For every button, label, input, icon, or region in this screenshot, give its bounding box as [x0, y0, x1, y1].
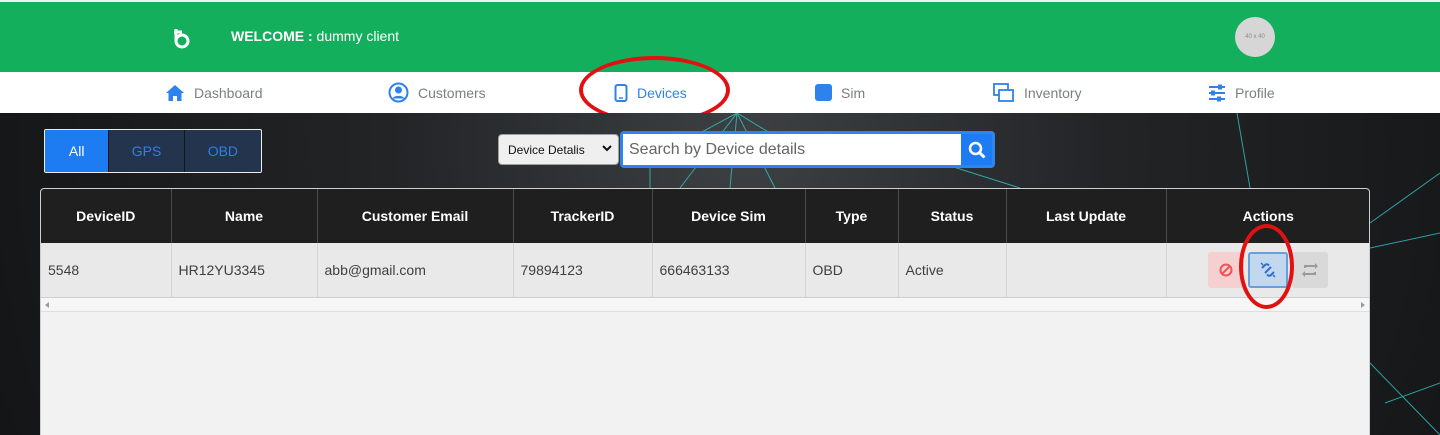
search-field-select[interactable]: Device Detalis — [498, 134, 619, 165]
top-header: WELCOME : dummy client 40 x 40 — [0, 0, 1440, 72]
search-bar — [620, 131, 995, 168]
nav-item-inventory[interactable]: Inventory — [993, 72, 1082, 113]
nav-label-dashboard: Dashboard — [194, 84, 263, 101]
cell-name: HR12YU3345 — [171, 243, 318, 298]
column-header[interactable]: Actions — [1166, 189, 1369, 243]
cell-customer-email: abb@gmail.com — [317, 243, 514, 298]
app-logo-icon[interactable] — [170, 26, 194, 50]
nav-label-customers: Customers — [418, 84, 486, 101]
user-circle-icon — [388, 82, 409, 103]
table-row[interactable]: 5548 HR12YU3345 abb@gmail.com 79894123 6… — [41, 243, 1370, 298]
scroll-left-icon[interactable] — [45, 302, 49, 308]
filter-tab-all[interactable]: All — [45, 130, 110, 172]
column-header[interactable]: TrackerID — [513, 189, 653, 243]
nav-item-sim[interactable]: Sim — [815, 72, 865, 113]
column-header[interactable]: Device Sim — [652, 189, 806, 243]
welcome-label: WELCOME : — [231, 28, 313, 44]
column-header[interactable]: Status — [898, 189, 1007, 243]
swap-icon — [1302, 263, 1319, 277]
column-header[interactable]: Customer Email — [317, 189, 514, 243]
column-header[interactable]: DeviceID — [41, 189, 172, 243]
home-icon — [166, 84, 184, 101]
filter-tab-obd[interactable]: OBD — [185, 130, 261, 172]
avatar[interactable]: 40 x 40 — [1235, 17, 1275, 57]
tablet-icon — [614, 83, 628, 102]
nav-label-sim: Sim — [841, 84, 866, 101]
header-border — [0, 0, 1440, 2]
unlink-icon — [1260, 262, 1276, 278]
nav-item-profile[interactable]: Profile — [1208, 72, 1275, 113]
cell-last-update — [1006, 243, 1167, 298]
swap-device-button[interactable] — [1292, 252, 1329, 288]
sliders-icon — [1209, 84, 1225, 101]
nav-label-devices: Devices — [637, 84, 687, 101]
nav-item-customers[interactable]: Customers — [388, 72, 486, 113]
cell-device-id: 5548 — [41, 243, 172, 298]
devices-table: DeviceID Name Customer Email TrackerID D… — [41, 189, 1370, 298]
nav-label-inventory: Inventory — [1024, 84, 1082, 101]
inventory-icon — [993, 82, 1014, 102]
main-nav: Dashboard Customers Devices Sim Inventor… — [0, 72, 1440, 113]
horizontal-scrollbar[interactable] — [41, 298, 1369, 312]
nav-item-dashboard[interactable]: Dashboard — [165, 72, 263, 113]
cell-tracker-id: 79894123 — [513, 243, 653, 298]
ban-icon — [1219, 263, 1233, 277]
cell-type: OBD — [805, 243, 899, 298]
disable-device-button[interactable] — [1208, 252, 1245, 288]
column-header[interactable]: Last Update — [1006, 189, 1167, 243]
device-type-filter: All GPS OBD — [44, 129, 262, 173]
cell-status: Active — [898, 243, 1007, 298]
welcome-user: dummy client — [316, 28, 400, 44]
scroll-right-icon[interactable] — [1361, 302, 1365, 308]
search-input[interactable] — [623, 134, 961, 165]
search-icon — [968, 141, 986, 159]
table-header-row: DeviceID Name Customer Email TrackerID D… — [41, 189, 1369, 243]
welcome-text: WELCOME : dummy client — [231, 28, 399, 44]
sim-icon — [815, 84, 832, 101]
devices-table-container: DeviceID Name Customer Email TrackerID D… — [40, 188, 1370, 435]
chevron-down-icon — [602, 145, 612, 152]
column-header[interactable]: Type — [805, 189, 899, 243]
cell-actions — [1166, 243, 1370, 298]
nav-item-devices[interactable]: Devices — [614, 72, 687, 113]
unlink-device-button[interactable] — [1248, 252, 1289, 288]
row-actions — [1167, 243, 1370, 297]
select-value: Device Detalis — [508, 142, 585, 157]
search-button[interactable] — [961, 134, 992, 165]
column-header[interactable]: Name — [171, 189, 318, 243]
nav-label-profile: Profile — [1235, 84, 1275, 101]
filter-tab-gps[interactable]: GPS — [109, 130, 185, 172]
main-content: All GPS OBD Device Detalis DeviceID — [0, 113, 1440, 435]
cell-device-sim: 666463133 — [652, 243, 806, 298]
